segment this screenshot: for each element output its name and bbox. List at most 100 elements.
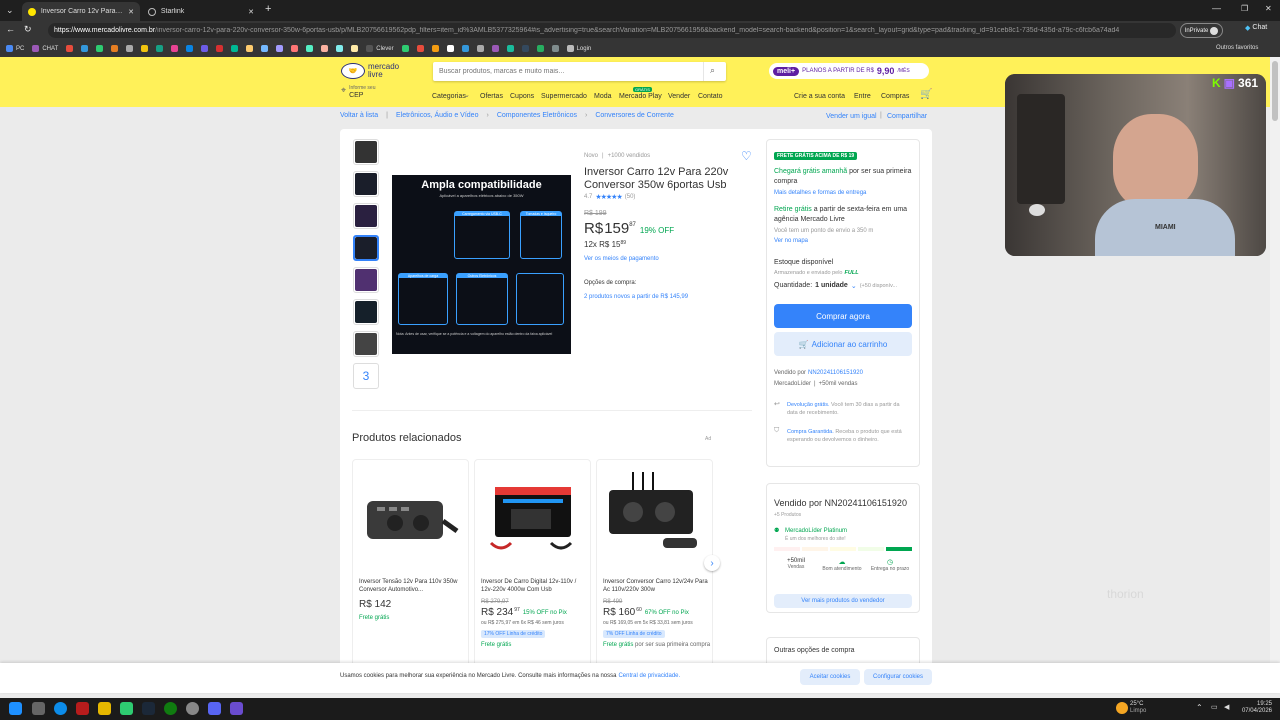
bookmark-item[interactable] bbox=[261, 45, 269, 52]
app-purple-icon[interactable] bbox=[230, 702, 243, 715]
nav-vender[interactable]: Vender bbox=[668, 93, 690, 100]
bookmark-item[interactable]: Login bbox=[566, 45, 591, 52]
more-thumbnails-button[interactable]: 3 bbox=[353, 363, 379, 389]
cart-icon[interactable]: 🛒 bbox=[920, 89, 932, 100]
nav-mercado-play[interactable]: Mercado Play bbox=[619, 93, 662, 100]
bookmark-item[interactable]: PC bbox=[6, 45, 24, 52]
search-input[interactable] bbox=[439, 65, 699, 78]
inprivate-badge[interactable]: InPrivate bbox=[1180, 23, 1223, 38]
other-favorites-folder[interactable]: Outros favoritos bbox=[1216, 45, 1258, 51]
bookmark-item[interactable] bbox=[186, 45, 194, 52]
tab-mercadolivre[interactable]: Inversor Carro 12v Para 220v Conv ✕ bbox=[22, 2, 140, 21]
bookmark-item[interactable] bbox=[461, 45, 469, 52]
bookmark-item[interactable] bbox=[231, 45, 239, 52]
new-tab-icon[interactable]: + bbox=[265, 3, 271, 15]
seller-link[interactable]: NN20241106151920 bbox=[808, 370, 863, 376]
warranty-link[interactable]: Compra Garantida. bbox=[787, 429, 834, 435]
address-bar[interactable]: https://www.mercadolivre.com.br /inverso… bbox=[48, 23, 1176, 38]
bookmark-item[interactable] bbox=[506, 45, 514, 52]
bookmark-item[interactable] bbox=[216, 45, 224, 52]
tab-menu-chevron-icon[interactable]: ⌄ bbox=[6, 5, 14, 16]
bookmark-item[interactable] bbox=[111, 45, 119, 52]
bookmark-item[interactable] bbox=[431, 45, 439, 52]
related-product-card[interactable]: Inversor Tensão 12v Para 110v 350w Conve… bbox=[352, 459, 469, 663]
edge-icon[interactable] bbox=[54, 702, 67, 715]
bookmark-item[interactable] bbox=[246, 45, 254, 52]
app-red-icon[interactable] bbox=[76, 702, 89, 715]
thumbnail[interactable] bbox=[353, 267, 379, 293]
nav-contato[interactable]: Contato bbox=[698, 93, 723, 100]
nav-cupons[interactable]: Cupons bbox=[510, 93, 534, 100]
add-to-cart-button[interactable]: 🛒 Adicionar ao carrinho bbox=[774, 332, 912, 356]
thumbnail[interactable] bbox=[353, 299, 379, 325]
related-product-card[interactable]: Inversor Conversor Carro 12v/24v Para Ac… bbox=[596, 459, 713, 663]
bookmark-item[interactable] bbox=[491, 45, 499, 52]
payment-methods-link[interactable]: Ver os meios de pagamento bbox=[584, 256, 659, 262]
nav-supermercado[interactable]: Supermercado bbox=[541, 93, 587, 100]
tab-starlink[interactable]: Starlink ✕ bbox=[142, 2, 260, 21]
steam-icon[interactable] bbox=[142, 702, 155, 715]
bookmark-item[interactable] bbox=[306, 45, 314, 52]
reload-icon[interactable]: ↻ bbox=[24, 24, 32, 35]
share-link[interactable]: Compartilhar bbox=[887, 113, 927, 120]
minimize-icon[interactable]: — bbox=[1212, 3, 1221, 13]
search-icon[interactable]: ⌕ bbox=[710, 65, 715, 76]
close-window-icon[interactable]: ✕ bbox=[1265, 4, 1272, 13]
back-to-list-link[interactable]: Voltar à lista bbox=[340, 112, 378, 119]
bookmark-item[interactable] bbox=[171, 45, 179, 52]
bookmark-item[interactable] bbox=[66, 45, 74, 52]
privacy-link[interactable]: Central de privacidade. bbox=[618, 673, 680, 679]
weather-widget[interactable]: 25°C Limpo bbox=[1130, 701, 1146, 715]
login-link[interactable]: Entre bbox=[854, 93, 871, 100]
bookmark-item[interactable] bbox=[201, 45, 209, 52]
search-bar[interactable]: ⌕ bbox=[433, 62, 726, 81]
breadcrumb-item[interactable]: Conversores de Corrente bbox=[595, 112, 674, 119]
cep-selector[interactable]: ⌖ Informe seu CEP bbox=[341, 85, 375, 99]
tab-close-icon[interactable]: ✕ bbox=[128, 8, 134, 16]
bookmark-item[interactable]: CHAT bbox=[32, 45, 58, 52]
xbox-icon[interactable] bbox=[164, 702, 177, 715]
favorite-heart-icon[interactable]: ♡ bbox=[741, 149, 752, 163]
bookmark-item[interactable]: Clever bbox=[366, 45, 394, 52]
purchases-link[interactable]: Compras bbox=[881, 93, 909, 100]
accept-cookies-button[interactable]: Aceitar cookies bbox=[800, 669, 860, 685]
tray-chevron-icon[interactable]: ⌃ bbox=[1196, 703, 1203, 712]
nav-moda[interactable]: Moda bbox=[594, 93, 612, 100]
mercadolivre-logo[interactable]: 🤝 mercado livre bbox=[341, 63, 399, 79]
thumbnail[interactable] bbox=[353, 203, 379, 229]
thumbnail[interactable] bbox=[353, 331, 379, 357]
sell-similar-link[interactable]: Vender um igual bbox=[826, 113, 877, 120]
breadcrumb-item[interactable]: Eletrônicos, Áudio e Vídeo bbox=[396, 112, 479, 119]
bookmark-item[interactable] bbox=[81, 45, 89, 52]
bookmark-item[interactable] bbox=[126, 45, 134, 52]
back-icon[interactable]: ← bbox=[6, 24, 15, 34]
thumbnail[interactable] bbox=[353, 171, 379, 197]
bookmark-item[interactable] bbox=[536, 45, 544, 52]
nav-ofertas[interactable]: Ofertas bbox=[480, 93, 503, 100]
network-icon[interactable]: ▭ bbox=[1211, 703, 1218, 711]
bookmark-item[interactable] bbox=[476, 45, 484, 52]
thumbnail-selected[interactable] bbox=[353, 235, 379, 261]
weather-sun-icon[interactable] bbox=[1116, 702, 1128, 714]
tab-close-icon[interactable]: ✕ bbox=[248, 8, 254, 16]
bookmark-item[interactable] bbox=[401, 45, 409, 52]
app-green-icon[interactable] bbox=[120, 702, 133, 715]
bookmark-item[interactable] bbox=[351, 45, 359, 52]
bookmark-item[interactable] bbox=[551, 45, 559, 52]
thumbnail[interactable] bbox=[353, 139, 379, 165]
quantity-selector[interactable]: Quantidade: 1 unidade ⌄ (+50 disponív... bbox=[774, 282, 897, 290]
configure-cookies-button[interactable]: Configurar cookies bbox=[864, 669, 932, 685]
breadcrumb-item[interactable]: Componentes Eletrônicos bbox=[497, 112, 577, 119]
bookmark-item[interactable] bbox=[416, 45, 424, 52]
bookmark-item[interactable] bbox=[321, 45, 329, 52]
task-view-icon[interactable] bbox=[32, 702, 45, 715]
delivery-details-link[interactable]: Mais detalhes e formas de entrega bbox=[774, 190, 866, 196]
create-account-link[interactable]: Crie a sua conta bbox=[794, 93, 845, 100]
map-link[interactable]: Ver no mapa bbox=[774, 238, 808, 244]
product-main-image[interactable]: Ampla compatibilidade Aplicável a aparel… bbox=[392, 175, 571, 354]
clock[interactable]: 19:25 07/04/2026 bbox=[1238, 701, 1272, 715]
volume-icon[interactable]: ◀ bbox=[1224, 703, 1229, 711]
bookmark-item[interactable] bbox=[96, 45, 104, 52]
obs-icon[interactable] bbox=[186, 702, 199, 715]
bookmark-item[interactable] bbox=[156, 45, 164, 52]
